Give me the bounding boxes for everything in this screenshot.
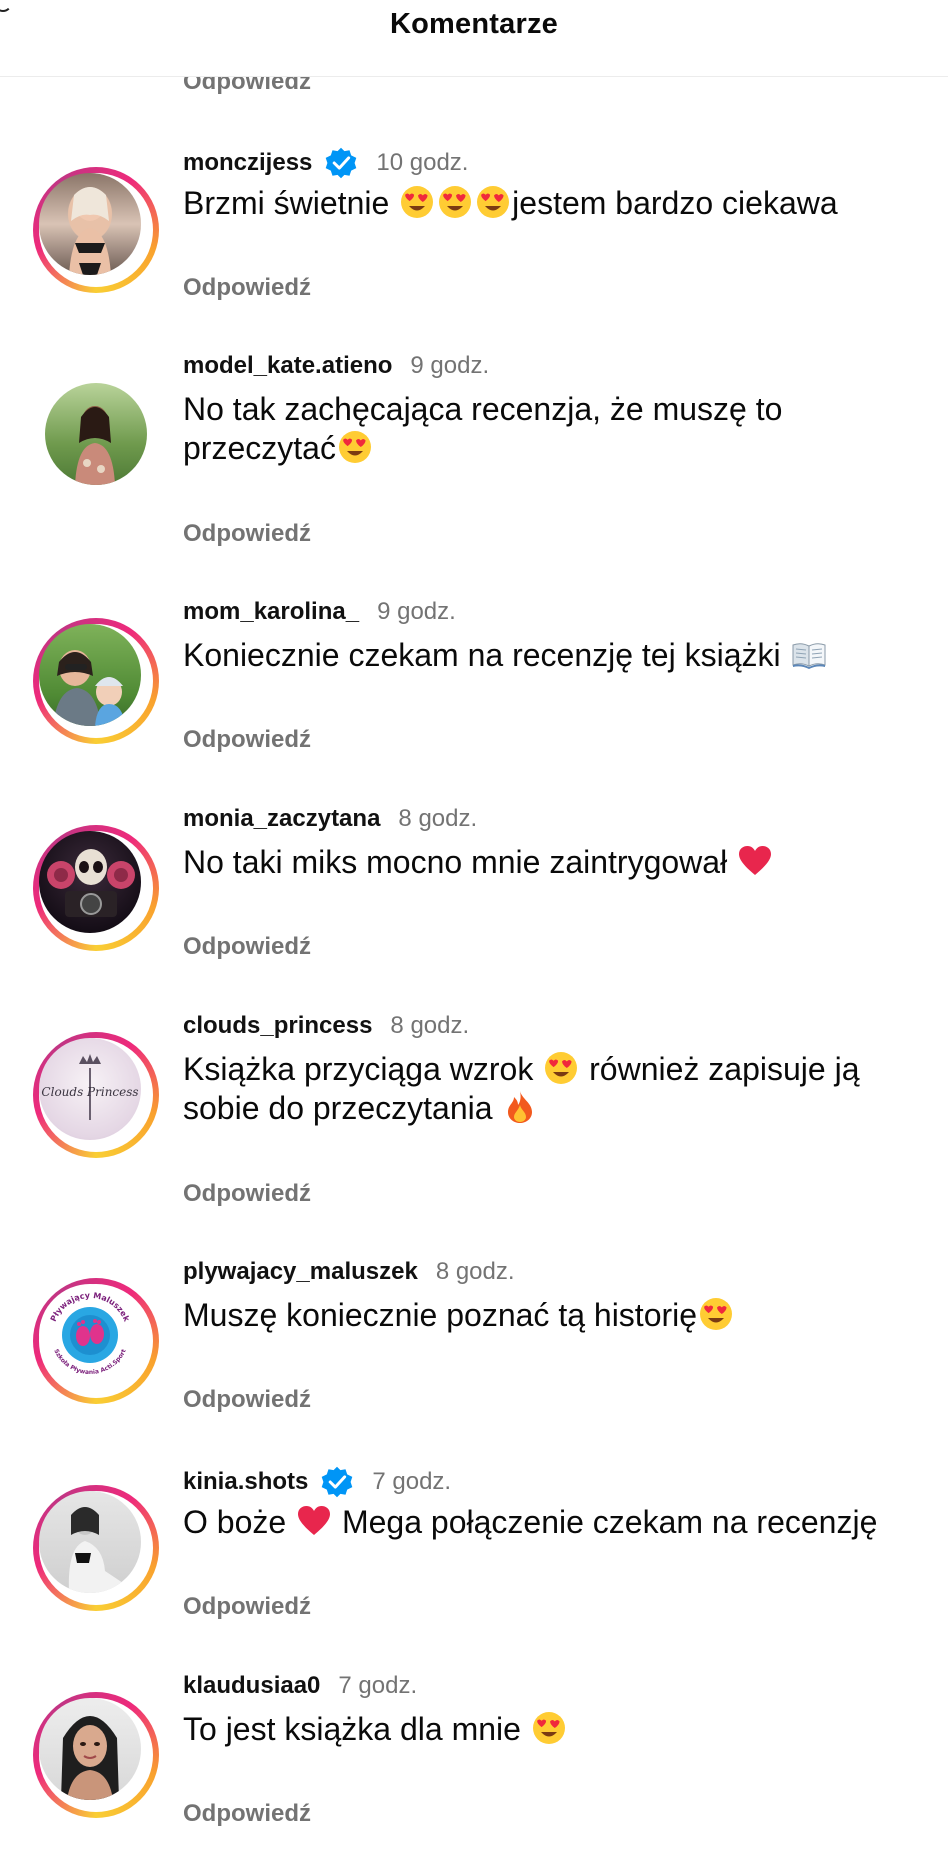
avatar-photo xyxy=(47,849,135,917)
avatar-photo xyxy=(61,1716,119,1800)
avatar[interactable] xyxy=(33,1485,159,1611)
heart-eyes-emoji xyxy=(337,429,373,465)
username[interactable]: monczijess xyxy=(183,149,312,177)
avatar[interactable] xyxy=(33,371,159,497)
timestamp: 9 godz. xyxy=(410,352,490,379)
header-bar: Komentarze xyxy=(0,0,948,77)
red-heart-emoji xyxy=(737,843,773,879)
avatar-photo xyxy=(69,187,111,275)
reply-button[interactable]: Odpowiedź xyxy=(183,1800,311,1828)
avatar[interactable]: Pływający Maluszek Szkoła Pływania Acti.… xyxy=(33,1278,159,1404)
timestamp: 9 godz. xyxy=(377,598,456,625)
username[interactable]: kinia.shots xyxy=(183,1468,308,1496)
comment-text: O boże Mega połączenie czekam na recenzj… xyxy=(183,1503,878,1540)
avatar[interactable] xyxy=(33,1692,159,1818)
avatar-photo: Pływający Maluszek Szkoła Pływania Acti.… xyxy=(49,1291,132,1376)
avatar[interactable] xyxy=(33,825,159,951)
comment-text: To jest książka dla mnie xyxy=(183,1710,913,1749)
comment-text: No taki miks mocno mnie zaintrygował xyxy=(183,843,913,882)
fire-emoji xyxy=(502,1089,538,1125)
reply-button[interactable]: Odpowiedź xyxy=(183,1180,311,1208)
username[interactable]: mom_karolina_ xyxy=(183,598,359,626)
heart-eyes-emoji xyxy=(698,1296,734,1332)
page-title: Komentarze xyxy=(390,8,558,40)
verified-badge-icon xyxy=(320,1465,354,1499)
avatar[interactable]: Clouds Princess xyxy=(33,1032,159,1158)
username[interactable]: klaudusiaa0 xyxy=(183,1672,320,1700)
comment-text: Koniecznie czekam na recenzję tej książk… xyxy=(183,636,913,675)
reply-button[interactable]: Odpowiedź xyxy=(183,933,311,961)
verified-badge-icon xyxy=(324,146,358,180)
comment-text: Brzmi świetnie jestem bardzo ciekawa xyxy=(183,184,838,221)
timestamp: 8 godz. xyxy=(390,1012,470,1039)
timestamp: 8 godz. xyxy=(398,805,478,832)
avatar-photo xyxy=(53,650,125,726)
timestamp: 7 godz. xyxy=(338,1672,418,1699)
heart-eyes-emoji xyxy=(475,184,511,220)
avatar-photo xyxy=(68,1507,123,1593)
timestamp: 7 godz. xyxy=(372,1468,452,1495)
username[interactable]: monia_zaczytana xyxy=(183,805,380,833)
red-heart-emoji xyxy=(296,1503,332,1539)
reply-button[interactable]: Odpowiedź xyxy=(183,520,311,548)
avatar-logo-text: Clouds Princess xyxy=(41,1085,138,1099)
heart-eyes-emoji xyxy=(543,1050,579,1086)
heart-eyes-emoji xyxy=(399,184,435,220)
comment-text: Książka przyciąga wzrok również zapisuje… xyxy=(183,1050,860,1126)
timestamp: 10 godz. xyxy=(376,149,469,176)
reply-button[interactable]: Odpowiedź xyxy=(183,1386,311,1414)
avatar[interactable] xyxy=(33,167,159,293)
timestamp: 8 godz. xyxy=(435,1258,515,1285)
avatar-photo xyxy=(75,406,115,485)
reply-button[interactable]: Odpowiedź xyxy=(183,274,311,302)
avatar-photo: Clouds Princess xyxy=(41,1054,139,1120)
heart-eyes-emoji xyxy=(531,1710,567,1746)
heart-eyes-emoji xyxy=(437,184,473,220)
username[interactable]: clouds_princess xyxy=(183,1012,372,1040)
reply-button[interactable]: Odpowiedź xyxy=(183,1593,311,1621)
username[interactable]: plywajacy_maluszek xyxy=(183,1258,418,1286)
avatar[interactable] xyxy=(33,618,159,744)
reply-button[interactable]: Odpowiedź xyxy=(183,726,311,754)
comment-text: No tak zachęcająca recenzja, że muszę to… xyxy=(183,391,783,466)
comment-text: Muszę koniecznie poznać tą historię xyxy=(183,1296,913,1335)
open-book-emoji xyxy=(791,636,827,672)
username[interactable]: model_kate.atieno xyxy=(183,352,392,380)
